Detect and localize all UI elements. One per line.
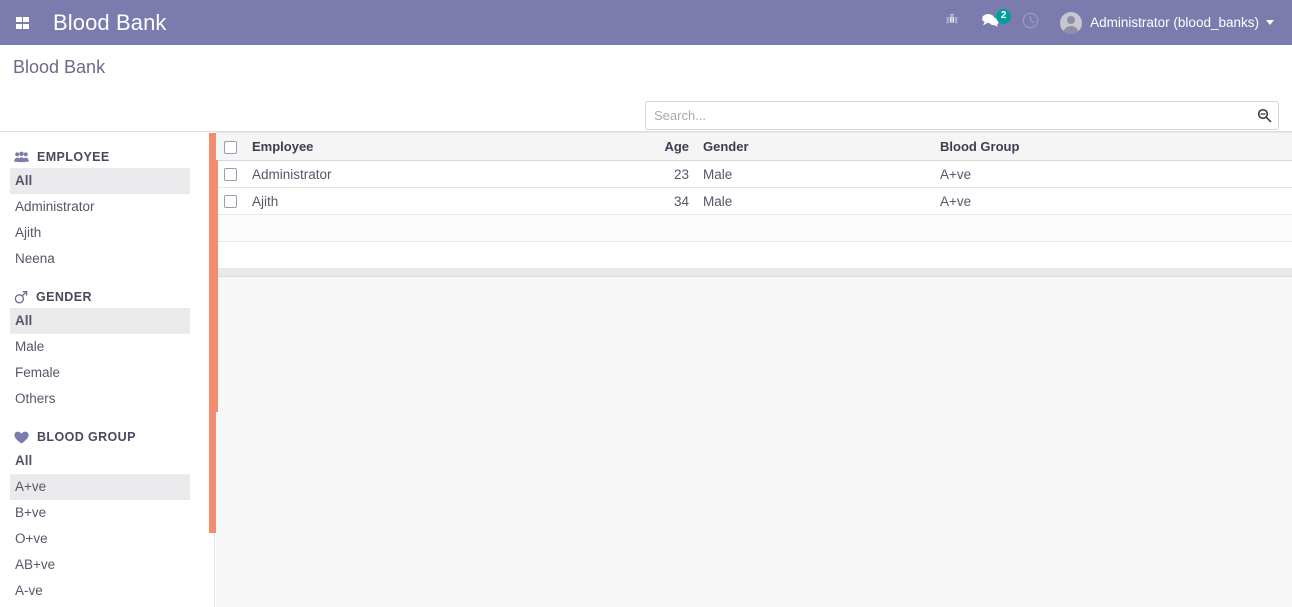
bug-icon xyxy=(945,13,959,32)
column-header-age[interactable]: Age xyxy=(538,132,696,161)
cell-gender: Male xyxy=(696,160,933,188)
select-all-header xyxy=(216,132,245,161)
breadcrumb[interactable]: Blood Bank xyxy=(13,57,105,78)
select-all-checkbox[interactable] xyxy=(224,141,237,155)
sidebar-item-employee-administrator[interactable]: Administrator xyxy=(10,194,190,220)
sidebar-section-header: BLOOD GROUP xyxy=(0,426,214,448)
sidebar-section-blood-group: BLOOD GROUP All A+ve B+ve O+ve AB+ve A-v… xyxy=(0,412,214,604)
messages-menu[interactable]: 2 xyxy=(970,0,1012,45)
table-row[interactable]: Administrator 23 Male A+ve xyxy=(216,160,1292,188)
search-panel-sidebar: EMPLOYEE All Administrator Ajith Neena G… xyxy=(0,132,215,607)
row-checkbox[interactable] xyxy=(224,168,237,182)
row-checkbox[interactable] xyxy=(224,195,237,209)
top-navbar: Blood Bank 2 Administrator (blood_banks) xyxy=(0,0,1292,45)
table-header-row: Employee Age Gender Blood Group xyxy=(216,132,1292,161)
mars-icon xyxy=(14,290,28,304)
list-view: Employee Age Gender Blood Group Administ… xyxy=(216,132,1292,607)
table-row[interactable]: Ajith 34 Male A+ve xyxy=(216,187,1292,215)
systray: 2 Administrator (blood_banks) xyxy=(934,0,1292,45)
cell-blood-group: A+ve xyxy=(933,160,1292,188)
search-icon[interactable] xyxy=(1250,102,1278,129)
avatar xyxy=(1060,11,1083,34)
column-header-employee[interactable]: Employee xyxy=(245,132,538,161)
app-title: Blood Bank xyxy=(53,9,167,35)
table-footer-bar xyxy=(216,269,1292,277)
list-empty-area xyxy=(216,277,1292,607)
row-select-cell xyxy=(216,160,245,188)
clock-icon xyxy=(1022,12,1039,34)
sidebar-section-title: EMPLOYEE xyxy=(37,150,110,164)
sidebar-item-blood-group-all[interactable]: All xyxy=(10,448,190,474)
table-empty-row xyxy=(216,214,1292,242)
users-icon xyxy=(14,151,29,163)
row-select-cell xyxy=(216,187,245,215)
caret-down-icon xyxy=(1266,20,1274,25)
search-bar xyxy=(645,101,1279,130)
cell-blood-group: A+ve xyxy=(933,187,1292,215)
empty-cell xyxy=(216,241,245,269)
sidebar-item-gender-all[interactable]: All xyxy=(10,308,190,334)
user-menu[interactable]: Administrator (blood_banks) xyxy=(1050,0,1280,45)
sidebar-item-blood-group-o-pos[interactable]: O+ve xyxy=(10,526,190,552)
search-input[interactable] xyxy=(646,102,1250,129)
sidebar-section-header: GENDER xyxy=(0,286,214,308)
sidebar-item-employee-ajith[interactable]: Ajith xyxy=(10,220,190,246)
empty-cell xyxy=(245,241,538,269)
empty-cell xyxy=(933,214,1292,242)
empty-cell xyxy=(538,241,696,269)
sidebar-scrollbar-thumb[interactable] xyxy=(209,133,216,533)
sidebar-section-header: EMPLOYEE xyxy=(0,146,214,168)
debug-menu[interactable] xyxy=(934,0,970,45)
cell-age: 34 xyxy=(538,187,696,215)
records-table: Employee Age Gender Blood Group Administ… xyxy=(216,132,1292,269)
sidebar-item-gender-male[interactable]: Male xyxy=(10,334,190,360)
list-left-accent xyxy=(216,160,218,412)
cell-employee: Administrator xyxy=(245,160,538,188)
sidebar-section-gender: GENDER All Male Female Others xyxy=(0,272,214,412)
sidebar-section-employee: EMPLOYEE All Administrator Ajith Neena xyxy=(0,132,214,272)
empty-cell xyxy=(538,214,696,242)
empty-cell xyxy=(245,214,538,242)
sidebar-item-blood-group-ab-pos[interactable]: AB+ve xyxy=(10,552,190,578)
empty-cell xyxy=(696,241,933,269)
column-header-gender[interactable]: Gender xyxy=(696,132,933,161)
empty-cell xyxy=(933,241,1292,269)
sidebar-item-blood-group-a-pos[interactable]: A+ve xyxy=(10,474,190,500)
user-name: Administrator (blood_banks) xyxy=(1090,15,1259,30)
cell-gender: Male xyxy=(696,187,933,215)
sidebar-section-title: GENDER xyxy=(36,290,92,304)
sidebar-section-title: BLOOD GROUP xyxy=(37,430,136,444)
messages-badge: 2 xyxy=(996,9,1012,24)
activities-menu[interactable] xyxy=(1011,0,1050,45)
table-empty-row xyxy=(216,241,1292,269)
empty-cell xyxy=(696,214,933,242)
control-panel: Blood Bank Create Import Filters xyxy=(0,45,1292,165)
sidebar-item-gender-female[interactable]: Female xyxy=(10,360,190,386)
column-header-blood-group[interactable]: Blood Group xyxy=(933,132,1292,161)
sidebar-item-blood-group-a-neg[interactable]: A-ve xyxy=(10,578,190,604)
sidebar-item-blood-group-b-pos[interactable]: B+ve xyxy=(10,500,190,526)
cell-age: 23 xyxy=(538,160,696,188)
sidebar-item-gender-others[interactable]: Others xyxy=(10,386,190,412)
apps-menu-toggle[interactable] xyxy=(0,0,45,45)
cell-employee: Ajith xyxy=(245,187,538,215)
apps-grid-icon xyxy=(16,16,29,29)
empty-cell xyxy=(216,214,245,242)
sidebar-item-employee-all[interactable]: All xyxy=(10,168,190,194)
sidebar-item-employee-neena[interactable]: Neena xyxy=(10,246,190,272)
heart-icon xyxy=(14,431,29,444)
